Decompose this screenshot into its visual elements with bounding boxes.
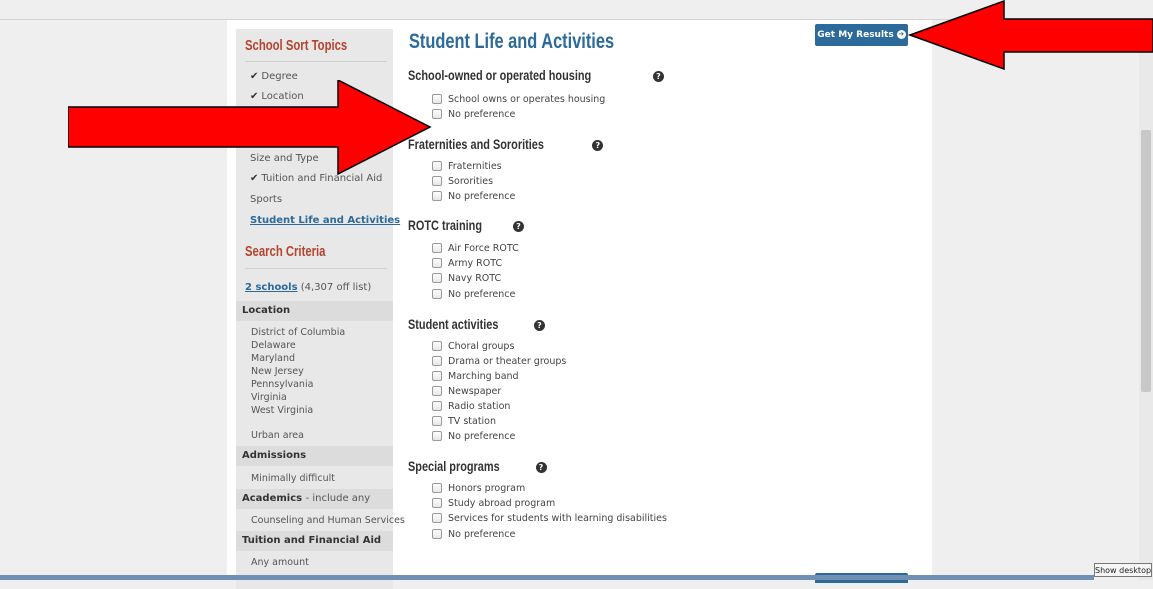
checkmark-icon: ✔ [250, 71, 259, 82]
red-arrow-left-annotation [908, 0, 1153, 70]
get-results-button[interactable]: Get My Results ➔ [815, 24, 908, 46]
checkbox[interactable] [432, 385, 442, 396]
section-title-rotc: ROTC training? [408, 217, 524, 234]
location-item: Virginia [251, 392, 287, 403]
checkbox[interactable] [432, 160, 442, 171]
scrollbar-thumb[interactable] [1141, 130, 1151, 392]
checkbox-option[interactable]: Newspaper [432, 385, 501, 398]
topic-academics[interactable]: ✔ Academics [250, 132, 315, 143]
academics-heading: Academics - include any [236, 489, 393, 509]
checkbox[interactable] [432, 370, 442, 381]
location-item: Pennsylvania [251, 379, 314, 390]
location-heading: Location [236, 301, 393, 321]
urban-area: Urban area [251, 430, 304, 441]
academics-value: Counseling and Human Services [251, 515, 405, 526]
circle-arrow-right-icon: ➔ [896, 30, 906, 39]
checkbox-option[interactable]: No preference [432, 528, 515, 541]
checkbox[interactable] [432, 257, 442, 268]
checkbox-option[interactable]: No preference [432, 108, 515, 121]
section-title-special-programs: Special programs? [408, 458, 547, 475]
checkbox-option[interactable]: No preference [432, 190, 515, 203]
checkbox-option[interactable]: No preference [432, 288, 515, 301]
location-item: District of Columbia [251, 327, 346, 338]
checkbox[interactable] [432, 340, 442, 351]
schools-note: (4,307 off list) [300, 282, 372, 293]
checkbox[interactable] [432, 497, 442, 508]
checkbox-option[interactable]: Fraternities [432, 160, 502, 173]
checkbox[interactable] [432, 288, 442, 299]
location-item: Delaware [251, 340, 296, 351]
topic-sports[interactable]: Sports [250, 194, 282, 205]
help-icon[interactable]: ? [535, 461, 547, 473]
topic-tuition[interactable]: ✔ Tuition and Financial Aid [250, 173, 382, 184]
checkmark-icon: ✔ [250, 132, 259, 143]
checkbox-option[interactable]: Air Force ROTC [432, 242, 519, 255]
checkbox-option[interactable]: Services for students with learning disa… [432, 512, 667, 525]
checkbox[interactable] [432, 93, 442, 104]
help-icon[interactable]: ? [652, 70, 664, 82]
tuition-heading: Tuition and Financial Aid [236, 531, 393, 551]
schools-link[interactable]: 2 schools [245, 282, 298, 293]
topic-location[interactable]: ✔ Location [250, 91, 304, 102]
checkbox-option[interactable]: Army ROTC [432, 257, 502, 270]
topic-student-life[interactable]: Student Life and Activities [250, 215, 400, 226]
checkbox[interactable] [432, 512, 442, 523]
checkbox-option[interactable]: Drama or theater groups [432, 355, 566, 368]
page-title: Student Life and Activities [409, 30, 615, 53]
checkbox-option[interactable]: Radio station [432, 400, 510, 413]
show-desktop-button[interactable]: Show desktop [1094, 563, 1152, 577]
tuition-value: Any amount [251, 557, 309, 568]
taskbar [0, 575, 1094, 580]
schools-count: 2 schools (4,307 off list) [245, 282, 371, 293]
location-item: Maryland [251, 353, 296, 364]
topics-title: School Sort Topics [245, 38, 348, 54]
divider [245, 61, 387, 62]
checkmark-icon: ✔ [250, 173, 259, 184]
checkbox[interactable] [432, 528, 442, 539]
checkmark-icon: ✔ [250, 91, 259, 102]
section-title-greek: Fraternities and Sororities? [408, 136, 604, 153]
help-icon[interactable]: ? [533, 319, 545, 331]
criteria-title: Search Criteria [245, 244, 326, 260]
topic-size-and-type[interactable]: Size and Type [250, 153, 319, 164]
checkbox[interactable] [432, 415, 442, 426]
checkbox-option[interactable]: Marching band [432, 370, 519, 383]
checkbox-option[interactable]: Honors program [432, 482, 525, 495]
location-item: New Jersey [251, 366, 304, 377]
checkbox[interactable] [432, 242, 442, 253]
section-title-housing: School-owned or operated housing? [408, 67, 664, 84]
page-content: School Sort Topics ✔ Degree ✔ Location ✔ Ac… [227, 20, 932, 589]
checkbox[interactable] [432, 175, 442, 186]
checkbox[interactable] [432, 272, 442, 283]
checkbox[interactable] [432, 400, 442, 411]
divider [245, 268, 387, 269]
checkbox[interactable] [432, 108, 442, 119]
admissions-heading: Admissions [236, 446, 393, 466]
sidebar: School Sort Topics ✔ Degree ✔ Location ✔ Ac… [236, 29, 405, 589]
checkbox-option[interactable]: No preference [432, 430, 515, 443]
checkbox-option[interactable]: Navy ROTC [432, 272, 501, 285]
location-item: West Virginia [251, 405, 314, 416]
checkbox-option[interactable]: School owns or operates housing [432, 93, 605, 106]
checkbox[interactable] [432, 482, 442, 493]
admissions-value: Minimally difficult [251, 473, 335, 484]
checkbox[interactable] [432, 355, 442, 366]
checkbox[interactable] [432, 430, 442, 441]
checkbox-option[interactable]: Sororities [432, 175, 493, 188]
checkbox[interactable] [432, 190, 442, 201]
section-title-activities: Student activities? [408, 316, 545, 333]
checkbox-option[interactable]: Choral groups [432, 340, 514, 353]
checkbox-option[interactable]: TV station [432, 415, 496, 428]
checkbox-option[interactable]: Study abroad program [432, 497, 555, 510]
help-icon[interactable]: ? [512, 220, 524, 232]
help-icon[interactable]: ? [592, 139, 604, 151]
topic-degree[interactable]: ✔ Degree [250, 71, 298, 82]
